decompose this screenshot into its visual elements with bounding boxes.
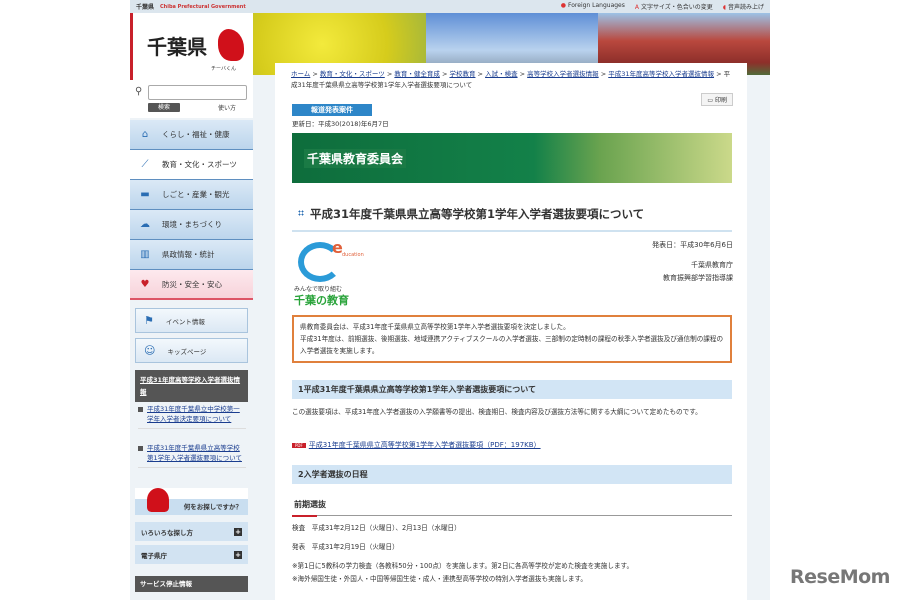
speech-link[interactable]: ◖ 音声読み上げ <box>723 2 764 11</box>
side-link[interactable]: 平成31年度千葉県県立高等学校第1学年入学者選抜要項について <box>138 443 246 468</box>
nav-label: くらし・福祉・健康 <box>162 130 230 139</box>
search-methods-accordion[interactable]: いろいろな探し方 + <box>135 522 248 541</box>
pref-name-en: Chiba Prefectural Government <box>160 3 246 10</box>
org-name: 千葉県教育庁 <box>691 261 733 269</box>
logo-name: 千葉の教育 <box>294 294 349 307</box>
main-nav: ⌂ くらし・福祉・健康 ⟋ 教育・文化・スポーツ ▬ しごと・産業・観光 ☁ 環境・まち… <box>130 120 253 300</box>
print-button[interactable]: ▭ 印刷 <box>701 93 733 106</box>
summary-text: 平成31年度は、前期選抜、後期選抜、地域連携アクティブスクールの入学者選抜、三部… <box>300 335 724 355</box>
ask-label: 何をお探しですか？ <box>183 503 242 511</box>
chiba-kun-icon <box>147 488 169 512</box>
nav-label: 防災・安全・安心 <box>162 279 222 289</box>
logo-title: 千葉県 <box>147 35 207 59</box>
plus-icon: + <box>234 550 242 559</box>
page-title: 平成31年度千葉県県立高等学校第1学年入学者選抜要項について <box>292 203 732 232</box>
pdf-link[interactable]: PDF 平成31年度千葉県県立高等学校第1学年入学者選抜要項（PDF：197KB） <box>292 440 541 450</box>
breadcrumb-link[interactable]: 教育・健全育成 <box>394 70 440 78</box>
search-help-banner: 何をお探しですか？ <box>135 488 248 515</box>
nav-environment[interactable]: ☁ 環境・まちづくり <box>130 210 253 240</box>
side-section-title[interactable]: 平成31年度高等学校入学者選抜情報 <box>135 370 248 402</box>
note: ※第1日に5教科の学力検査（各教科50分・100点）を実施します。第2日に各高等… <box>292 562 634 570</box>
education-logo: e ducation みんなで取り組む 千葉の教育 <box>292 238 364 308</box>
search-icon: ⚲ <box>135 86 143 97</box>
section-heading: 2入学者選抜の日程 <box>292 465 732 484</box>
search-button[interactable]: 検索 <box>148 103 180 112</box>
top-bar: 千葉県 Chiba Prefectural Government ● Foreig… <box>130 0 770 13</box>
resemom-watermark: ReseMom <box>790 566 890 588</box>
subsection-heading: 前期選抜 <box>292 499 732 517</box>
e-gov-accordion[interactable]: 電子県庁 + <box>135 545 248 564</box>
print-label: 印刷 <box>714 97 727 104</box>
flag-icon: ⚑ <box>144 314 154 327</box>
mascot-name: チーバくん <box>211 66 236 72</box>
logo-education: ducation <box>342 252 364 258</box>
breadcrumb-link[interactable]: 平成31年度高等学校入学者選抜情報 <box>608 70 714 78</box>
baton-icon: ⟋ <box>141 159 149 170</box>
banner-title: 千葉県教育委員会 <box>304 149 407 168</box>
publish-date: 発表日：平成30年6月6日 <box>652 241 733 249</box>
event-label: イベント情報 <box>165 317 205 326</box>
nav-government[interactable]: ▥ 県政情報・統計 <box>130 240 253 270</box>
site-logo[interactable]: 千葉県 チーバくん <box>130 13 253 80</box>
kid-face-icon: ☺ <box>144 344 156 357</box>
breadcrumb-link[interactable]: 学校教育 <box>449 70 475 78</box>
weather-icon: ☁ <box>140 219 150 230</box>
announce-date: 発表 平成31年2月19日（火曜日） <box>292 543 399 551</box>
briefcase-icon: ▬ <box>140 189 150 200</box>
pdf-icon: PDF <box>292 442 306 448</box>
breadcrumb: ホーム > 教育・文化・スポーツ > 教育・健全育成 > 学校教育 > 入試・検… <box>291 70 731 89</box>
house-icon: ⌂ <box>141 129 149 140</box>
press-release-badge: 報道発表案件 <box>292 104 372 116</box>
section-heading: 1平成31年度千葉県県立高等学校第1学年入学者選抜要項について <box>292 380 732 399</box>
printer-icon: ▭ <box>707 97 715 104</box>
plus-icon: + <box>234 527 242 536</box>
updated-date: 更新日：平成30(2018)年6月7日 <box>292 120 389 128</box>
globe-icon: ● <box>560 2 567 9</box>
pdf-link-text[interactable]: 平成31年度千葉県県立高等学校第1学年入学者選抜要項（PDF：197KB） <box>309 441 541 449</box>
acc-label: 電子県庁 <box>141 551 167 560</box>
nav-safety[interactable]: ♥ 防災・安全・安心 <box>130 270 253 300</box>
page: 千葉県 Chiba Prefectural Government ● Foreig… <box>130 0 770 600</box>
main-content: ホーム > 教育・文化・スポーツ > 教育・健全育成 > 学校教育 > 入試・検… <box>275 63 747 600</box>
pref-name: 千葉県 <box>136 4 155 11</box>
service-stop-heading: サービス停止情報 <box>135 576 248 592</box>
breadcrumb-link[interactable]: 高等学校入学者選抜情報 <box>527 70 599 78</box>
speaker-icon: ◖ <box>722 4 726 11</box>
nav-label: 県政情報・統計 <box>162 250 215 259</box>
breadcrumb-link[interactable]: ホーム <box>291 70 310 78</box>
org-division: 教育振興部学習指導課 <box>663 274 733 282</box>
nav-label: しごと・産業・観光 <box>162 190 230 199</box>
summary-box: 県教育委員会は、平成31年度千葉県県立高等学校第1学年入学者選抜要項を決定しまし… <box>292 315 732 363</box>
note: ※海外帰国生徒・外国人・中国等帰国生徒・成人・連携型高等学校の特別入学者選抜も実… <box>292 575 587 583</box>
search-input[interactable] <box>148 85 247 100</box>
breadcrumb-link[interactable]: 教育・文化・スポーツ <box>320 70 385 78</box>
board-of-education-banner: 千葉県教育委員会 <box>292 133 732 183</box>
heart-icon: ♥ <box>140 278 150 290</box>
chiba-kun-icon <box>218 29 244 61</box>
summary-text: 県教育委員会は、平成31年度千葉県県立高等学校第1学年入学者選抜要項を決定しまし… <box>300 323 570 331</box>
nav-work[interactable]: ▬ しごと・産業・観光 <box>130 180 253 210</box>
kids-link[interactable]: ☺ キッズページ <box>135 338 248 363</box>
foreign-languages-link[interactable]: ● Foreign Languages <box>561 2 625 11</box>
text-size-link[interactable]: A 文字サイズ・色合いの変更 <box>635 2 713 11</box>
search-help-link[interactable]: 使い方 <box>218 103 236 112</box>
acc-label: いろいろな探し方 <box>141 528 193 537</box>
search-area: ⚲ 検索 使い方 <box>130 80 253 118</box>
section-text: この選抜要項は、平成31年度入学者選抜の入学願書等の提出、検査期日、検査内容及び… <box>292 408 702 416</box>
building-icon: ▥ <box>140 249 150 260</box>
nav-label: 教育・文化・スポーツ <box>162 160 237 169</box>
kids-label: キッズページ <box>167 347 207 356</box>
text-size-icon: A <box>634 4 639 11</box>
nav-education[interactable]: ⟋ 教育・文化・スポーツ <box>130 150 253 180</box>
side-link[interactable]: 平成31年度千葉県立中学校第一学年入学者決定要項について <box>138 404 246 429</box>
event-link[interactable]: ⚑ イベント情報 <box>135 308 248 333</box>
nav-label: 環境・まちづくり <box>162 220 222 229</box>
nav-living[interactable]: ⌂ くらし・福祉・健康 <box>130 120 253 150</box>
exam-date: 検査 平成31年2月12日（火曜日）、2月13日（水曜日） <box>292 524 461 532</box>
breadcrumb-link[interactable]: 入試・検査 <box>485 70 518 78</box>
